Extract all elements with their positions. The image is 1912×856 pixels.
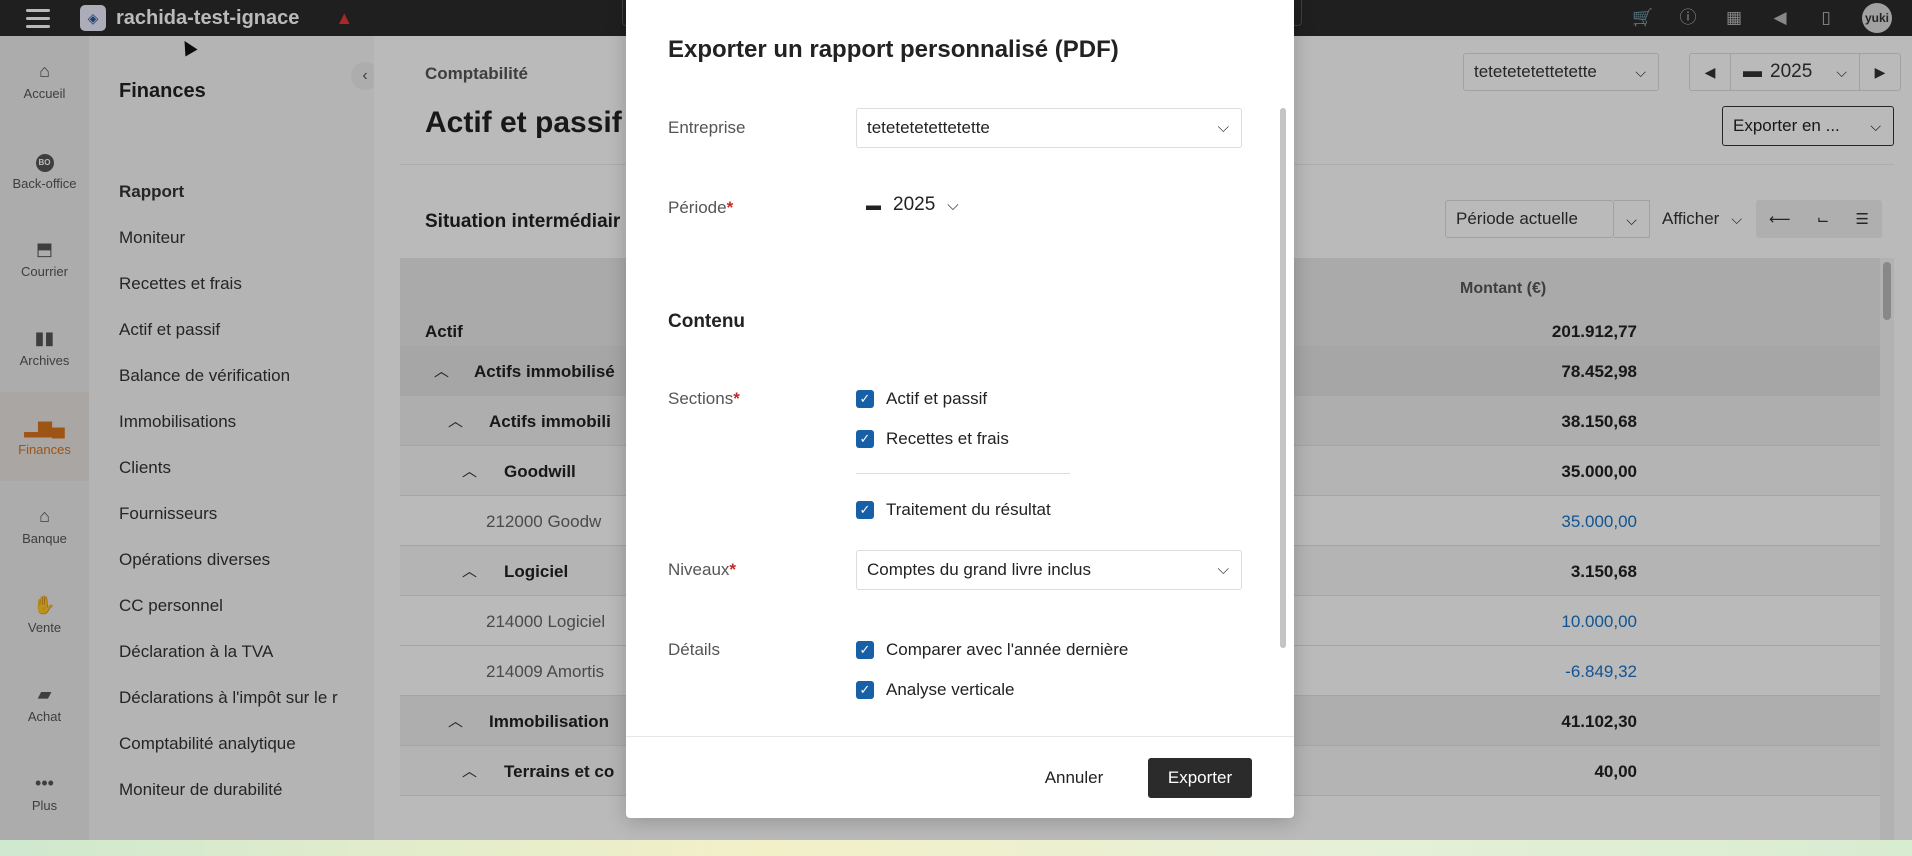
chevron-down-icon: ⌵ [1217,561,1229,578]
modal-scrollbar[interactable] [1280,108,1286,648]
os-taskbar [0,840,1912,856]
niveaux-select[interactable]: Comptes du grand livre inclus ⌵ [856,550,1242,590]
checkbox-checked-icon[interactable]: ✓ [856,430,874,448]
export-report-modal: Exporter un rapport personnalisé (PDF) E… [626,0,1294,818]
niveaux-label: Niveaux* [668,560,737,579]
checkbox-checked-icon[interactable]: ✓ [856,501,874,519]
contenu-heading: Contenu [668,311,746,332]
details-checkbox-compare[interactable]: ✓ Comparer avec l'année dernière [856,640,1128,660]
cancel-button[interactable]: Annuler [1026,758,1122,798]
checkbox-checked-icon[interactable]: ✓ [856,390,874,408]
modal-title: Exporter un rapport personnalisé (PDF) [668,36,1119,63]
modal-footer: Annuler Exporter [626,736,1294,818]
periode-label: Période* [668,198,734,217]
scrollbar-thumb[interactable] [1280,108,1286,648]
sections-divider [856,473,1070,474]
details-label: Détails [668,640,720,659]
chevron-down-icon: ⌵ [1217,119,1229,136]
section-checkbox-traitement[interactable]: ✓ Traitement du résultat [856,500,1051,520]
sections-label: Sections* [668,389,740,408]
checkbox-checked-icon[interactable]: ✓ [856,641,874,659]
entreprise-select[interactable]: tetetetetettetette ⌵ [856,108,1242,148]
checkbox-checked-icon[interactable]: ✓ [856,681,874,699]
chevron-down-icon: ⌵ [947,196,959,214]
entreprise-label: Entreprise [668,118,746,137]
section-checkbox-recettes-frais[interactable]: ✓ Recettes et frais [856,429,1009,449]
details-checkbox-vertical[interactable]: ✓ Analyse verticale [856,680,1015,700]
export-button[interactable]: Exporter [1148,758,1252,798]
periode-year-dropdown[interactable]: ▬ 2025 ⌵ [866,194,959,216]
section-checkbox-actif-passif[interactable]: ✓ Actif et passif [856,389,987,409]
calendar-icon: ▬ [866,196,881,214]
